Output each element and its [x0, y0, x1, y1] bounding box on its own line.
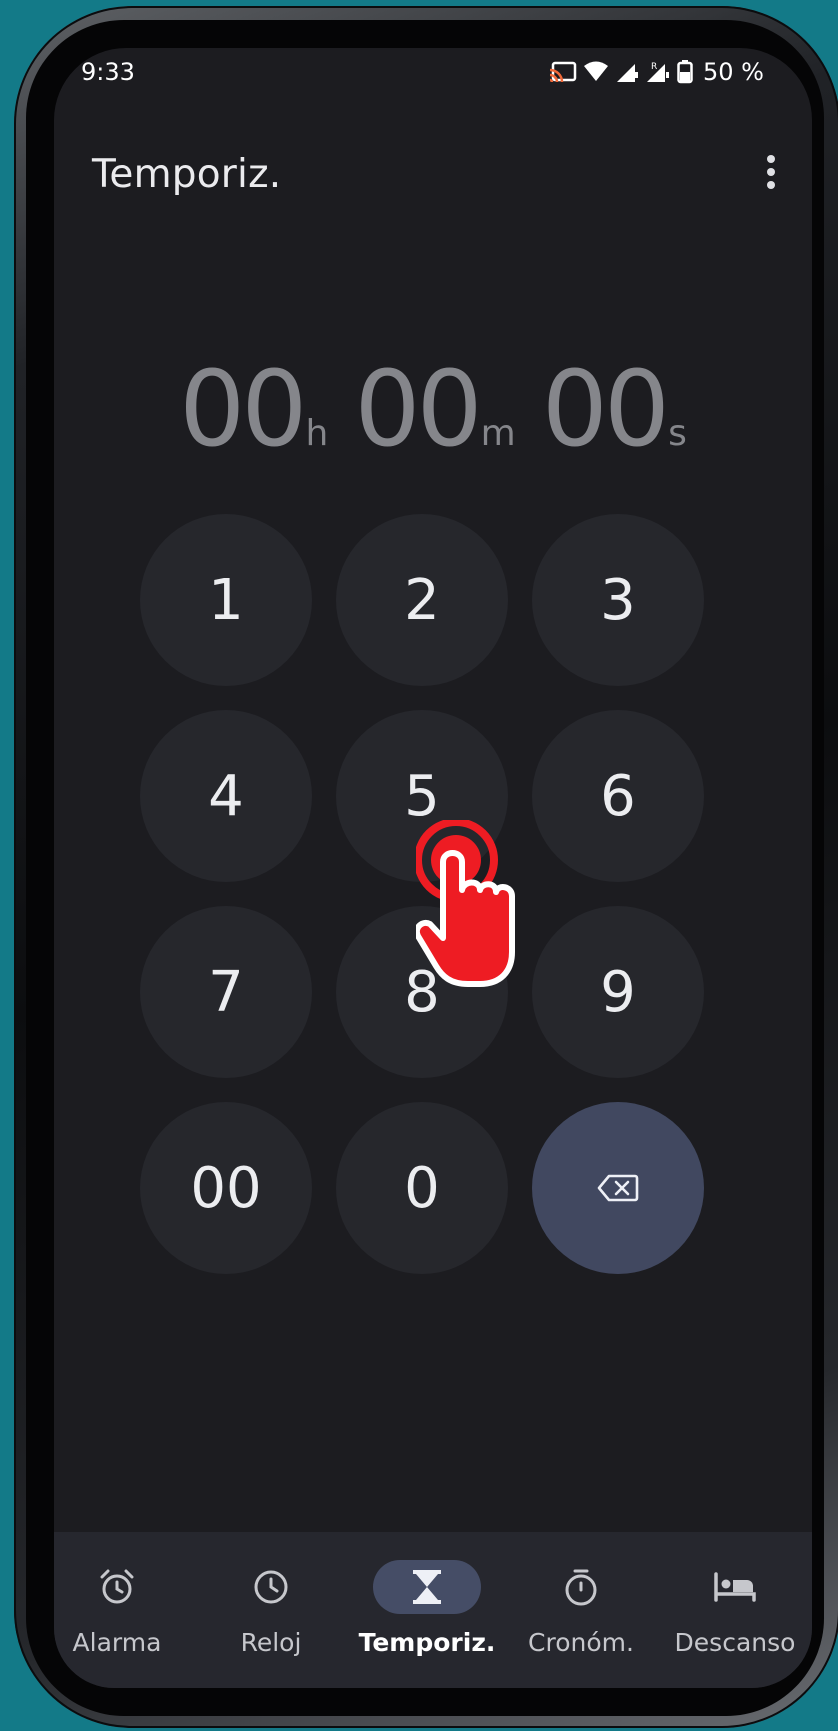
bed-icon: [714, 1572, 756, 1602]
page-title: Temporiz.: [92, 152, 282, 197]
key-1[interactable]: 1: [140, 514, 312, 686]
timer-display: 00h 00m 00s: [54, 348, 812, 470]
nav-label-descanso: Descanso: [674, 1628, 796, 1657]
minutes-unit: m: [480, 413, 516, 454]
seconds-unit: s: [668, 413, 687, 454]
hourglass-icon: [413, 1570, 441, 1604]
nav-label-cronometro: Cronóm.: [528, 1628, 634, 1657]
alarm-icon: [100, 1569, 134, 1604]
battery-icon: [677, 60, 693, 84]
minutes-value: 00: [354, 348, 482, 470]
nav-item-cronometro[interactable]: Cronóm.: [506, 1560, 656, 1657]
tap-pointer-icon: [416, 820, 515, 987]
nav-label-reloj: Reloj: [240, 1628, 302, 1657]
nav-label-temporizador: Temporiz.: [358, 1628, 496, 1657]
backspace-button[interactable]: [532, 1102, 704, 1274]
status-icons: R 50 %: [549, 58, 764, 86]
hours-unit: h: [305, 413, 329, 454]
wifi-icon: [584, 61, 609, 81]
key-7[interactable]: 7: [140, 906, 312, 1078]
nav-label-alarma: Alarma: [72, 1628, 162, 1657]
backspace-icon: [597, 1174, 639, 1202]
key-00[interactable]: 00: [140, 1102, 312, 1274]
status-time: 9:33: [81, 58, 135, 86]
svg-text:R: R: [651, 62, 657, 72]
clock-icon: [254, 1570, 288, 1604]
nav-item-reloj[interactable]: Reloj: [196, 1560, 346, 1657]
key-2[interactable]: 2: [336, 514, 508, 686]
key-3[interactable]: 3: [532, 514, 704, 686]
status-bar: 9:33 R 50 %: [54, 48, 812, 92]
active-indicator: [373, 1560, 481, 1614]
stopwatch-icon: [565, 1569, 597, 1606]
key-0[interactable]: 0: [336, 1102, 508, 1274]
hours-value: 00: [179, 348, 307, 470]
signal-roaming-icon: R: [647, 62, 670, 82]
key-9[interactable]: 9: [532, 906, 704, 1078]
nav-item-descanso[interactable]: Descanso: [660, 1560, 810, 1657]
key-4[interactable]: 4: [140, 710, 312, 882]
nav-item-alarma[interactable]: Alarma: [54, 1560, 192, 1657]
cast-icon: [549, 61, 577, 83]
battery-percentage: 50 %: [703, 58, 764, 86]
more-vert-icon[interactable]: [758, 152, 784, 192]
nav-item-temporizador[interactable]: Temporiz.: [352, 1560, 502, 1657]
seconds-value: 00: [541, 348, 670, 470]
signal-icon: [617, 64, 639, 82]
bottom-navigation: Alarma Reloj Temporiz. Cronóm. Descanso: [54, 1532, 812, 1688]
screen: 9:33 R 50 % Temporiz. 00h 00m 00s 1 2 3 …: [54, 48, 812, 1688]
key-6[interactable]: 6: [532, 710, 704, 882]
